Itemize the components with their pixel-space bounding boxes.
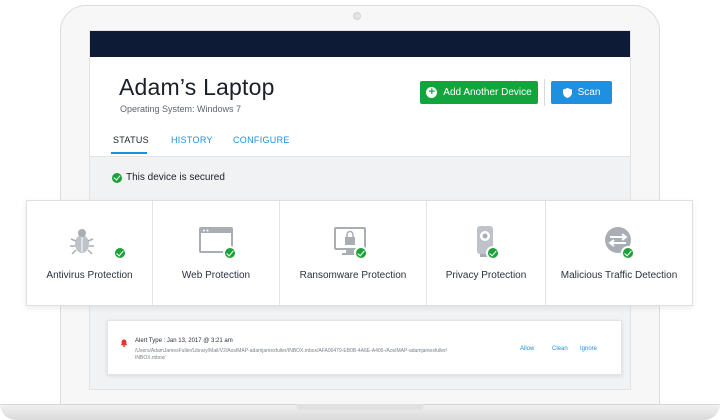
alert-card: Alert Type : Jan 13, 2017 @ 3:21 am /Use…	[107, 320, 622, 375]
laptop-notch	[296, 404, 424, 410]
os-label: Operating System: Windows 7	[120, 104, 242, 114]
allow-link[interactable]: Allow	[520, 346, 534, 352]
card-label: Antivirus Protection	[46, 270, 133, 281]
check-badge-icon	[486, 246, 500, 260]
check-badge-icon	[113, 246, 127, 260]
bug-icon	[70, 229, 94, 255]
check-circle-icon	[112, 172, 122, 183]
card-label: Privacy Protection	[445, 270, 527, 281]
shield-icon	[562, 87, 572, 98]
alert-path-continued: INBOX.mbox/	[135, 355, 166, 361]
plus-icon: +	[426, 87, 438, 98]
scan-button[interactable]: Scan	[551, 81, 612, 104]
stage: Adam’s Laptop Operating System: Windows …	[0, 0, 720, 420]
add-device-button[interactable]: + Add Another Device	[420, 81, 538, 104]
tab-history[interactable]: HISTORY	[171, 135, 213, 145]
clean-link[interactable]: Clean	[552, 346, 568, 352]
check-badge-icon	[223, 246, 237, 260]
card-label: Ransomware Protection	[299, 270, 407, 281]
tab-bar: STATUS HISTORY CONFIGURE	[89, 127, 629, 155]
card-antivirus[interactable]: Antivirus Protection	[27, 201, 153, 305]
card-ransomware[interactable]: Ransomware Protection	[280, 201, 427, 305]
check-badge-icon	[354, 246, 368, 260]
alert-path: /Users/AdamJamesFuller/Library/Mail/V2/A…	[135, 348, 448, 354]
alert-bell-icon	[120, 339, 128, 347]
active-tab-indicator	[111, 152, 147, 154]
card-label: Malicious Traffic Detection	[560, 270, 678, 281]
ignore-link[interactable]: Ignore	[580, 346, 597, 352]
scan-label: Scan	[577, 87, 601, 98]
tab-configure[interactable]: CONFIGURE	[233, 135, 290, 145]
page-title: Adam’s Laptop	[119, 74, 275, 100]
alert-type: Alert Type : Jan 13, 2017 @ 3:21 am	[135, 338, 233, 344]
secured-status: This device is secured	[112, 172, 225, 183]
header-content: Adam’s Laptop Operating System: Windows …	[89, 30, 631, 190]
card-malicious-traffic[interactable]: Malicious Traffic Detection	[546, 201, 692, 305]
header-divider	[544, 79, 545, 106]
protection-cards: Antivirus Protection Web Protection Rans…	[26, 200, 693, 306]
card-privacy[interactable]: Privacy Protection	[427, 201, 546, 305]
camera-icon	[353, 12, 361, 20]
card-web[interactable]: Web Protection	[153, 201, 280, 305]
card-label: Web Protection	[181, 270, 251, 281]
secured-message: This device is secured	[126, 172, 225, 183]
check-badge-icon	[621, 246, 635, 260]
tab-status[interactable]: STATUS	[113, 135, 149, 145]
add-device-label: Add Another Device	[443, 87, 532, 98]
